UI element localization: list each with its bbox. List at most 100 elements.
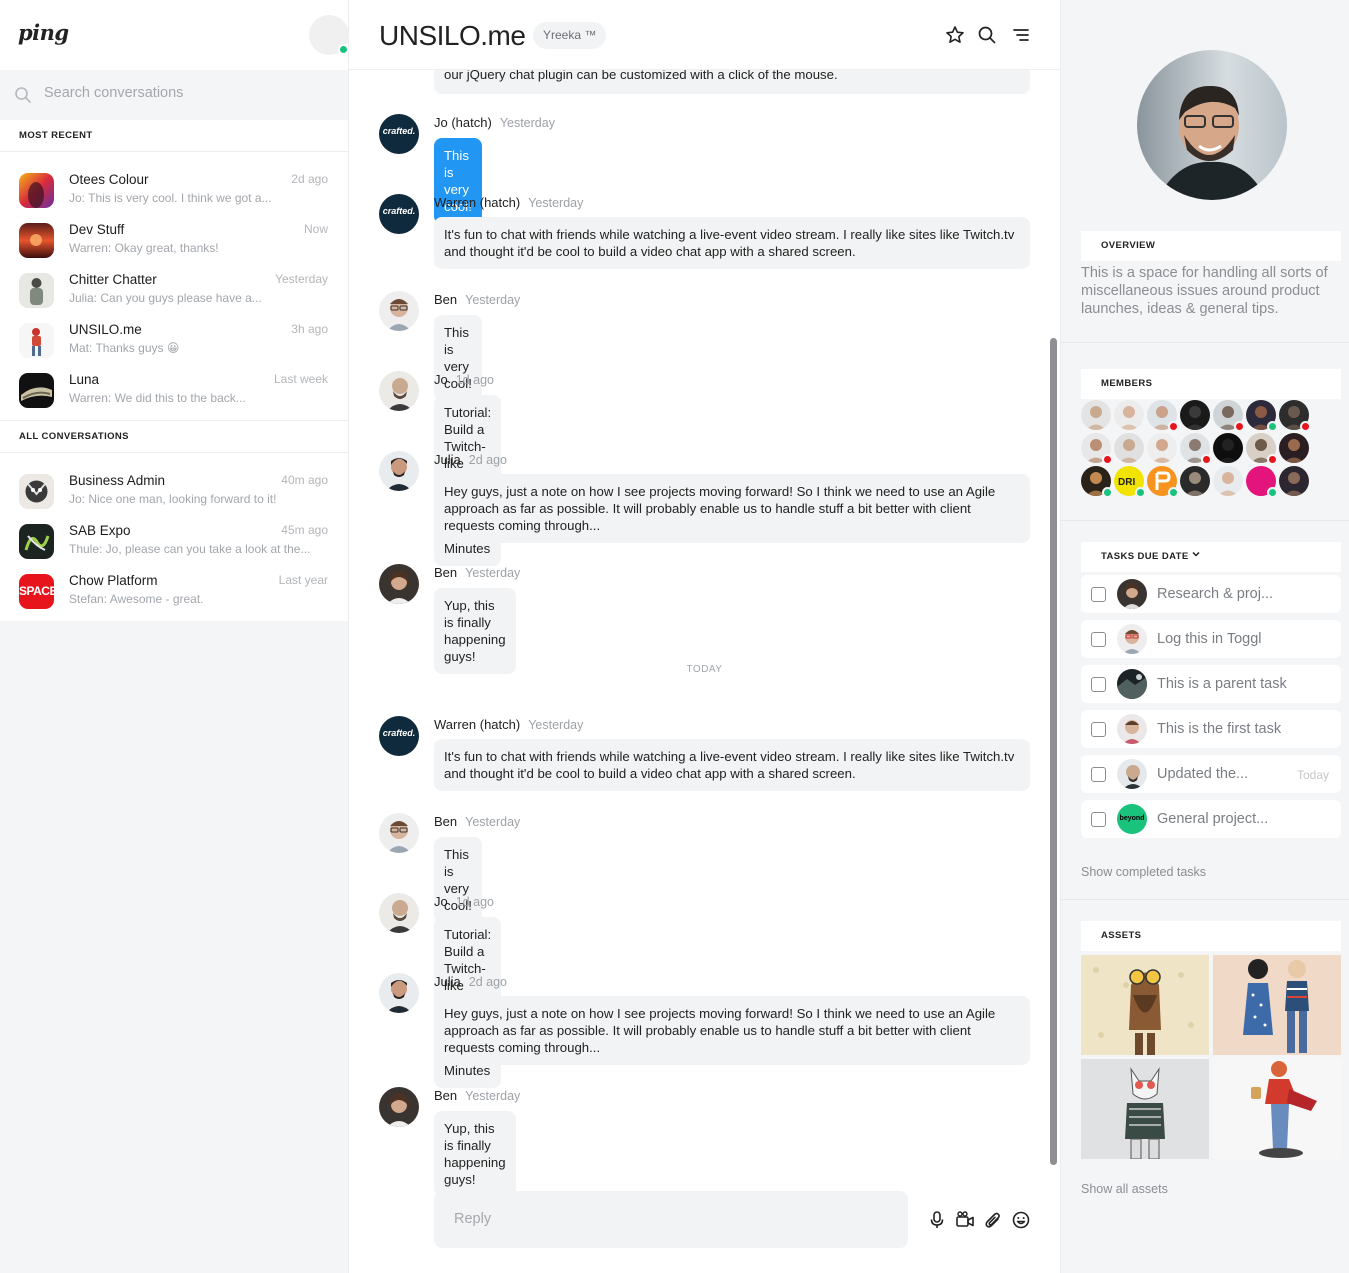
conversation-time: 3h ago <box>291 322 328 336</box>
task-item[interactable]: Updated the... Today <box>1081 755 1341 793</box>
message-meta: Warren (hatch) Yesterday <box>434 717 583 732</box>
workspace-tag[interactable]: Yreeka ™ <box>533 22 607 49</box>
conversation-time: Last week <box>273 372 328 386</box>
crafted-avatar: crafted. <box>379 194 419 234</box>
member-avatar[interactable] <box>1279 433 1309 463</box>
reply-input[interactable] <box>454 1211 874 1227</box>
conversation-avatar: SPACE <box>19 574 54 609</box>
member-status-dot <box>1300 421 1311 432</box>
chevron-down-icon[interactable] <box>1191 542 1201 572</box>
asset-thumbnail[interactable] <box>1213 1059 1341 1159</box>
member-avatar[interactable] <box>1114 400 1144 430</box>
task-label: This is a parent task <box>1157 676 1287 692</box>
message-author: Ben <box>434 1088 458 1103</box>
member-avatar[interactable] <box>1246 400 1278 432</box>
task-assignee-avatar <box>1117 759 1147 789</box>
tasks-heading[interactable]: TASKS DUE DATE <box>1081 542 1341 572</box>
member-face <box>1279 466 1309 496</box>
app-logo[interactable]: ping <box>18 20 69 45</box>
message-bubble: This is very cool! <box>434 315 482 401</box>
member-avatar[interactable] <box>1213 400 1245 432</box>
task-checkbox[interactable] <box>1091 767 1106 782</box>
asset-thumbnail[interactable] <box>1081 955 1209 1055</box>
conversation-avatar <box>19 373 54 408</box>
jo-avatar <box>379 893 419 933</box>
task-item[interactable]: This is a parent task <box>1081 665 1341 703</box>
member-avatar[interactable] <box>1147 400 1179 432</box>
task-checkbox[interactable] <box>1091 812 1106 827</box>
message-bubble: This is very cool! <box>434 837 482 923</box>
task-item[interactable]: Log this in Toggl <box>1081 620 1341 658</box>
task-checkbox[interactable] <box>1091 632 1106 647</box>
member-avatar[interactable] <box>1246 433 1278 465</box>
task-item[interactable]: beyond General project... <box>1081 800 1341 838</box>
member-avatar[interactable] <box>1147 433 1177 463</box>
task-checkbox[interactable] <box>1091 677 1106 692</box>
conversation-item[interactable]: Business Admin 40m ago Jo: Nice one man,… <box>0 463 348 513</box>
message-list[interactable]: our jQuery chat plugin can be customized… <box>349 0 1060 1197</box>
message-time: Yesterday <box>528 196 584 210</box>
tasks-heading-label: TASKS DUE DATE <box>1101 551 1189 562</box>
message-bubble: Yup, this is finally happening guys! <box>434 588 516 674</box>
ben-avatar <box>379 564 419 604</box>
member-avatar[interactable] <box>1180 466 1210 496</box>
section-heading-most-recent: MOST RECENT <box>0 120 348 152</box>
conversation-item[interactable]: SPACE Chow Platform Last year Stefan: Aw… <box>0 563 348 613</box>
member-avatar[interactable] <box>1081 433 1113 465</box>
ben-avatar <box>379 813 419 853</box>
member-avatar[interactable] <box>1279 466 1309 496</box>
star-icon[interactable] <box>945 25 965 45</box>
conversation-item[interactable]: Otees Colour 2d ago Jo: This is very coo… <box>0 162 348 212</box>
conversation-name: Business Admin <box>69 473 166 488</box>
member-avatar[interactable]: DRI <box>1114 466 1146 498</box>
task-checkbox[interactable] <box>1091 587 1106 602</box>
conversation-item[interactable]: Chitter Chatter Yesterday Julia: Can you… <box>0 262 348 312</box>
user-avatar[interactable] <box>309 15 349 55</box>
chat-panel: our jQuery chat plugin can be customized… <box>349 0 1060 1273</box>
microphone-icon[interactable] <box>927 1210 947 1230</box>
conversation-name: Dev Stuff <box>69 222 125 237</box>
message-meta: Ben Yesterday <box>434 565 520 580</box>
member-face <box>1180 466 1210 496</box>
message-meta: Ben Yesterday <box>434 814 520 829</box>
member-avatar[interactable] <box>1147 466 1179 498</box>
show-all-assets-link[interactable]: Show all assets <box>1081 1182 1168 1196</box>
show-completed-tasks-link[interactable]: Show completed tasks <box>1081 865 1206 879</box>
message-bubble: It's fun to chat with friends while watc… <box>434 739 1030 791</box>
member-avatar[interactable] <box>1213 433 1243 463</box>
member-avatar[interactable] <box>1180 400 1210 430</box>
message-bubble: Hey guys, just a note on how I see proje… <box>434 996 1030 1065</box>
task-assignee-avatar <box>1117 714 1147 744</box>
member-avatar[interactable] <box>1180 433 1212 465</box>
search-icon[interactable] <box>977 25 997 45</box>
member-face <box>1114 433 1144 463</box>
member-avatar[interactable] <box>1081 466 1113 498</box>
conversation-item[interactable]: UNSILO.me 3h ago Mat: Thanks guys 😀 <box>0 312 348 362</box>
emoji-icon[interactable] <box>1011 1210 1031 1230</box>
conversation-item[interactable]: Luna Last week Warren: We did this to th… <box>0 362 348 412</box>
menu-icon[interactable] <box>1011 25 1031 45</box>
task-checkbox[interactable] <box>1091 722 1106 737</box>
member-avatar[interactable] <box>1213 466 1243 496</box>
conversation-name: Chow Platform <box>69 573 158 588</box>
paperclip-icon[interactable] <box>983 1210 1003 1230</box>
task-item[interactable]: Research & proj... <box>1081 575 1341 613</box>
search-icon <box>14 86 32 107</box>
conversation-name: Chitter Chatter <box>69 272 157 287</box>
member-avatar[interactable] <box>1081 400 1111 430</box>
search-input[interactable] <box>44 85 324 101</box>
message-bubble: Hey guys, just a note on how I see proje… <box>434 474 1030 543</box>
member-avatar[interactable] <box>1114 433 1144 463</box>
asset-thumbnail[interactable] <box>1213 955 1341 1055</box>
scrollbar[interactable] <box>1050 338 1057 1165</box>
message-author: Jo (hatch) <box>434 115 492 130</box>
task-item[interactable]: This is the first task <box>1081 710 1341 748</box>
video-camera-icon[interactable] <box>955 1210 975 1230</box>
asset-thumbnail[interactable] <box>1081 1059 1209 1159</box>
member-avatar[interactable] <box>1279 400 1311 432</box>
conversation-item[interactable]: Dev Stuff Now Warren: Okay great, thanks… <box>0 212 348 262</box>
message-time: Yesterday <box>528 718 584 732</box>
member-avatar[interactable] <box>1246 466 1278 498</box>
task-assignee-avatar <box>1117 579 1147 609</box>
conversation-item[interactable]: SAB Expo 45m ago Thule: Jo, please can y… <box>0 513 348 563</box>
